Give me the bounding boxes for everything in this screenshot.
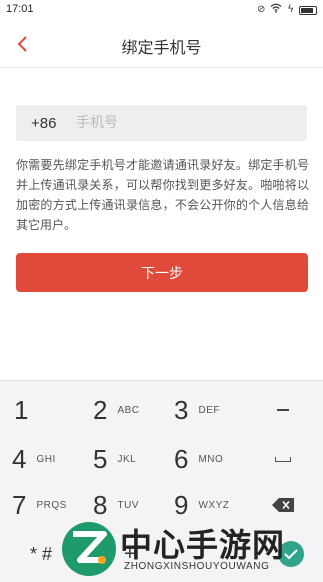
key-number: 5 (93, 443, 108, 474)
key-letters: TUV (117, 499, 139, 511)
key-letters: MNO (198, 453, 224, 465)
phone-input[interactable] (76, 105, 296, 141)
key-number: 2 (93, 394, 108, 425)
charging-icon: ϟ (287, 4, 294, 15)
dash-icon (277, 409, 289, 411)
key-number: 9 (174, 489, 189, 520)
battery-icon (299, 5, 317, 15)
watermark-subtitle: ZHONGXINSHOUYOUWANG (124, 561, 270, 572)
key-5[interactable]: 5 JKL (93, 436, 136, 482)
status-bar: 17:01 ⊘ ϟ (0, 0, 323, 20)
key-letters: JKL (117, 453, 137, 465)
key-6[interactable]: 6 MNO (174, 436, 223, 482)
bind-phone-form: +86 你需要先绑定手机号才能邀请通讯录好友。绑定手机号并上传通讯录关系，可以帮… (0, 69, 323, 379)
space-key[interactable] (258, 436, 308, 482)
key-letters: DEF (198, 404, 220, 416)
backspace-icon (272, 498, 294, 512)
key-1[interactable]: 1 (14, 387, 28, 433)
key-number: 1 (14, 394, 29, 425)
watermark-logo-icon (62, 522, 116, 576)
watermark-title: 中心手游网 (120, 526, 286, 564)
header: 绑定手机号 (0, 20, 323, 68)
wifi-icon (270, 3, 282, 17)
key-4[interactable]: 4 GHI (12, 436, 56, 482)
key-number: 8 (93, 489, 108, 520)
key-7[interactable]: 7 PRQS (12, 482, 67, 528)
key-number: 6 (174, 443, 189, 474)
status-icons: ⊘ ϟ (257, 3, 317, 17)
key-star-hash[interactable]: * # (30, 531, 52, 577)
phone-input-row: +86 (16, 105, 307, 141)
next-button[interactable]: 下一步 (16, 253, 308, 292)
page-title: 绑定手机号 (121, 38, 202, 57)
key-letters: ABC (117, 404, 140, 416)
key-number: 3 (174, 394, 189, 425)
watermark: 中心手游网 ZHONGXINSHOUYOUWANG (60, 518, 323, 582)
key-number: 7 (12, 489, 27, 520)
key-2[interactable]: 2 ABC (93, 387, 140, 433)
country-code[interactable]: +86 (16, 115, 76, 132)
key-number: 4 (12, 443, 27, 474)
key-number: * # (30, 543, 53, 564)
key-letters: PRQS (36, 499, 67, 511)
key-letters: GHI (36, 453, 56, 465)
description-text: 你需要先绑定手机号才能邀请通讯录好友。绑定手机号并上传通讯录关系，可以帮你找到更… (16, 158, 309, 232)
mute-icon: ⊘ (257, 4, 266, 15)
key-3[interactable]: 3 DEF (174, 387, 220, 433)
key-letters: WXYZ (198, 499, 230, 511)
status-time: 17:01 (6, 3, 34, 15)
dash-key[interactable] (258, 387, 308, 433)
space-icon (275, 456, 291, 462)
